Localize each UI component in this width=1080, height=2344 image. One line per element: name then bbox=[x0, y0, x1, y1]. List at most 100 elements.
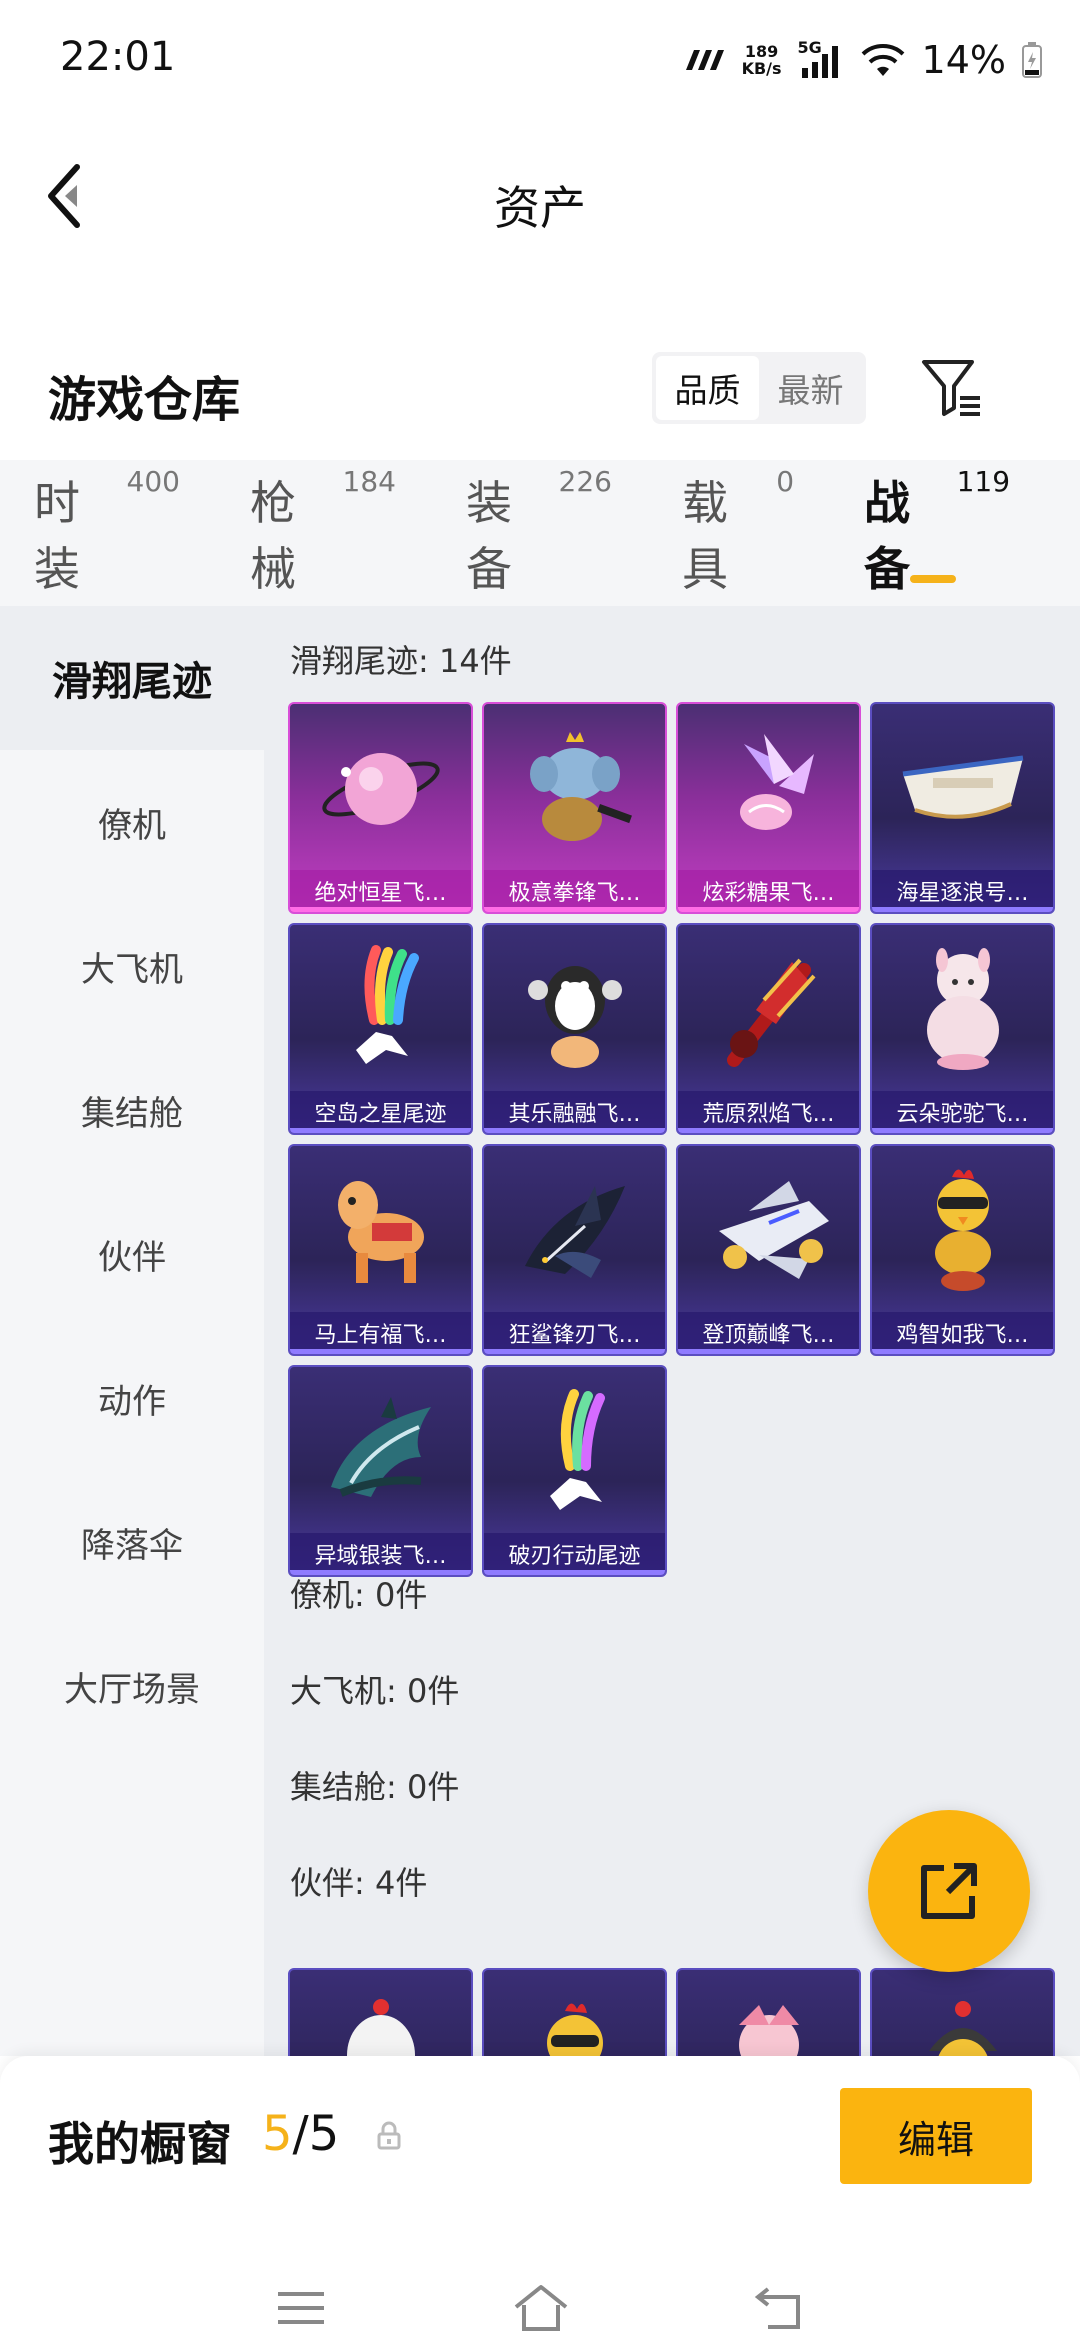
sidebar-item-lobby-scene[interactable]: 大厅场景 bbox=[0, 1614, 264, 1758]
rarity-strip bbox=[872, 1349, 1053, 1354]
item-name: 异域银装飞… bbox=[290, 1533, 471, 1575]
item-name: 荒原烈焰飞… bbox=[678, 1091, 859, 1133]
chicken-icon bbox=[484, 1970, 665, 2056]
battery-icon bbox=[1022, 42, 1042, 78]
sidebar-item-parachute[interactable]: 降落伞 bbox=[0, 1470, 264, 1614]
sidebar-item-emote[interactable]: 动作 bbox=[0, 1326, 264, 1470]
rarity-strip bbox=[484, 1128, 665, 1133]
rarity-strip bbox=[678, 1128, 859, 1133]
tab-count: 184 bbox=[342, 465, 396, 498]
pink-partner-icon bbox=[678, 1970, 859, 2056]
sidebar-item-big-plane[interactable]: 大飞机 bbox=[0, 894, 264, 1038]
item-name: 狂鲨锋刃飞… bbox=[484, 1312, 665, 1354]
sidebar: 滑翔尾迹 僚机 大飞机 集结舱 伙伴 动作 降落伞 大厅场景 bbox=[0, 606, 264, 2056]
status-bar: 22:01 189 KB/s 5G 14% bbox=[0, 0, 1080, 120]
item-card[interactable]: 绝对恒星飞… bbox=[288, 702, 473, 914]
item-card[interactable]: 极意拳锋飞… bbox=[482, 702, 667, 914]
tab-label: 时装 bbox=[34, 476, 80, 596]
item-name: 马上有福飞… bbox=[290, 1312, 471, 1354]
item-card[interactable]: 马上有福飞… bbox=[288, 1144, 473, 1356]
group-title-capsule: 集结舱: 0件 bbox=[290, 1768, 460, 1806]
tab-count: 119 bbox=[956, 465, 1011, 498]
rarity-strip bbox=[484, 907, 665, 912]
sidebar-item-glide-trail[interactable]: 滑翔尾迹 bbox=[0, 606, 264, 750]
item-card[interactable] bbox=[676, 1968, 861, 2056]
item-card[interactable]: 其乐融融飞… bbox=[482, 923, 667, 1135]
group-title-partner: 伙伴: 4件 bbox=[290, 1864, 428, 1902]
nav-home-button[interactable] bbox=[506, 2278, 576, 2338]
item-card[interactable]: 破刃行动尾迹 bbox=[482, 1365, 667, 1577]
nav-menu-button[interactable] bbox=[266, 2278, 336, 2338]
tab-count: 400 bbox=[126, 465, 180, 498]
sidebar-item-capsule[interactable]: 集结舱 bbox=[0, 1038, 264, 1182]
item-card[interactable] bbox=[482, 1968, 667, 2056]
showcase-label: 我的橱窗 bbox=[48, 2117, 232, 2171]
nav-back-button[interactable] bbox=[746, 2278, 816, 2338]
share-button[interactable] bbox=[868, 1810, 1030, 1972]
back-icon bbox=[754, 2287, 800, 2329]
category-tabs: 时装 400 枪械 184 装备 226 载具 0 战备 119 bbox=[0, 460, 1080, 606]
edit-button[interactable]: 编辑 bbox=[840, 2088, 1032, 2184]
item-name: 空岛之星尾迹 bbox=[290, 1091, 471, 1133]
active-tab-indicator bbox=[910, 575, 957, 583]
guitar-icon bbox=[678, 925, 859, 1095]
item-card[interactable]: 空岛之星尾迹 bbox=[288, 923, 473, 1135]
item-card[interactable]: 鸡智如我飞… bbox=[870, 1144, 1055, 1356]
sidebar-item-partner[interactable]: 伙伴 bbox=[0, 1182, 264, 1326]
item-card[interactable]: 云朵驼驼飞… bbox=[870, 923, 1055, 1135]
tab-fashion[interactable]: 时装 400 bbox=[34, 465, 180, 599]
tab-count: 226 bbox=[558, 465, 612, 498]
item-card[interactable] bbox=[870, 1968, 1055, 2056]
shark-icon bbox=[484, 1146, 665, 1316]
smoke-trail-icon bbox=[484, 1367, 665, 1537]
item-card[interactable]: 登顶巅峰飞… bbox=[676, 1144, 861, 1356]
rarity-strip bbox=[290, 1349, 471, 1354]
candy-icon bbox=[678, 704, 859, 874]
wifi-icon bbox=[861, 44, 904, 76]
status-icons: 189 KB/s 5G 14% bbox=[682, 38, 1042, 82]
tab-equipment[interactable]: 装备 226 bbox=[465, 465, 612, 599]
sidebar-item-wingman[interactable]: 僚机 bbox=[0, 750, 264, 894]
share-icon bbox=[921, 1863, 977, 1919]
tab-label: 装备 bbox=[465, 476, 512, 596]
net-speed: 189 KB/s bbox=[742, 43, 782, 77]
rarity-strip bbox=[872, 907, 1053, 912]
rarity-strip bbox=[678, 907, 859, 912]
chicken-icon bbox=[872, 1146, 1053, 1316]
item-name: 极意拳锋飞… bbox=[484, 870, 665, 912]
item-name: 鸡智如我飞… bbox=[872, 1312, 1053, 1354]
page-title: 资产 bbox=[494, 181, 586, 235]
penguin-icon bbox=[484, 925, 665, 1095]
tab-label: 载具 bbox=[681, 476, 728, 596]
alpaca-icon bbox=[872, 925, 1053, 1095]
carrier-icon bbox=[685, 50, 724, 70]
sort-toggle: 品质 最新 bbox=[652, 352, 866, 424]
elephant-icon bbox=[484, 704, 665, 874]
rarity-strip bbox=[484, 1349, 665, 1354]
helmet-partner-icon bbox=[872, 1970, 1053, 2056]
tab-weapons[interactable]: 枪械 184 bbox=[249, 465, 396, 599]
filter-button[interactable] bbox=[918, 352, 988, 422]
item-card[interactable]: 炫彩糖果飞… bbox=[676, 702, 861, 914]
item-card[interactable]: 异域银装飞… bbox=[288, 1365, 473, 1577]
item-card[interactable] bbox=[288, 1968, 473, 2056]
item-name: 炫彩糖果飞… bbox=[678, 870, 859, 912]
showcase-current: 5 bbox=[262, 2106, 293, 2162]
signal-icon: 5G bbox=[798, 38, 844, 80]
item-card[interactable]: 荒原烈焰飞… bbox=[676, 923, 861, 1135]
tab-combat-gear[interactable]: 战备 119 bbox=[864, 465, 1011, 599]
item-card[interactable]: 海星逐浪号… bbox=[870, 702, 1055, 914]
tab-count: 0 bbox=[776, 465, 795, 498]
section-title: 游戏仓库 bbox=[48, 372, 241, 428]
item-name: 破刃行动尾迹 bbox=[484, 1533, 665, 1575]
egg-partner-icon bbox=[290, 1970, 471, 2056]
horse-icon bbox=[290, 1146, 471, 1316]
showcase-total: /5 bbox=[292, 2106, 340, 2162]
item-card[interactable]: 狂鲨锋刃飞… bbox=[482, 1144, 667, 1356]
tab-vehicles[interactable]: 载具 0 bbox=[681, 465, 795, 599]
sort-quality-button[interactable]: 品质 bbox=[656, 356, 759, 420]
item-name: 绝对恒星飞… bbox=[290, 870, 471, 912]
group-title-wingman: 僚机: 0件 bbox=[290, 1576, 428, 1614]
sort-newest-button[interactable]: 最新 bbox=[759, 356, 862, 420]
tab-label: 枪械 bbox=[249, 476, 296, 596]
